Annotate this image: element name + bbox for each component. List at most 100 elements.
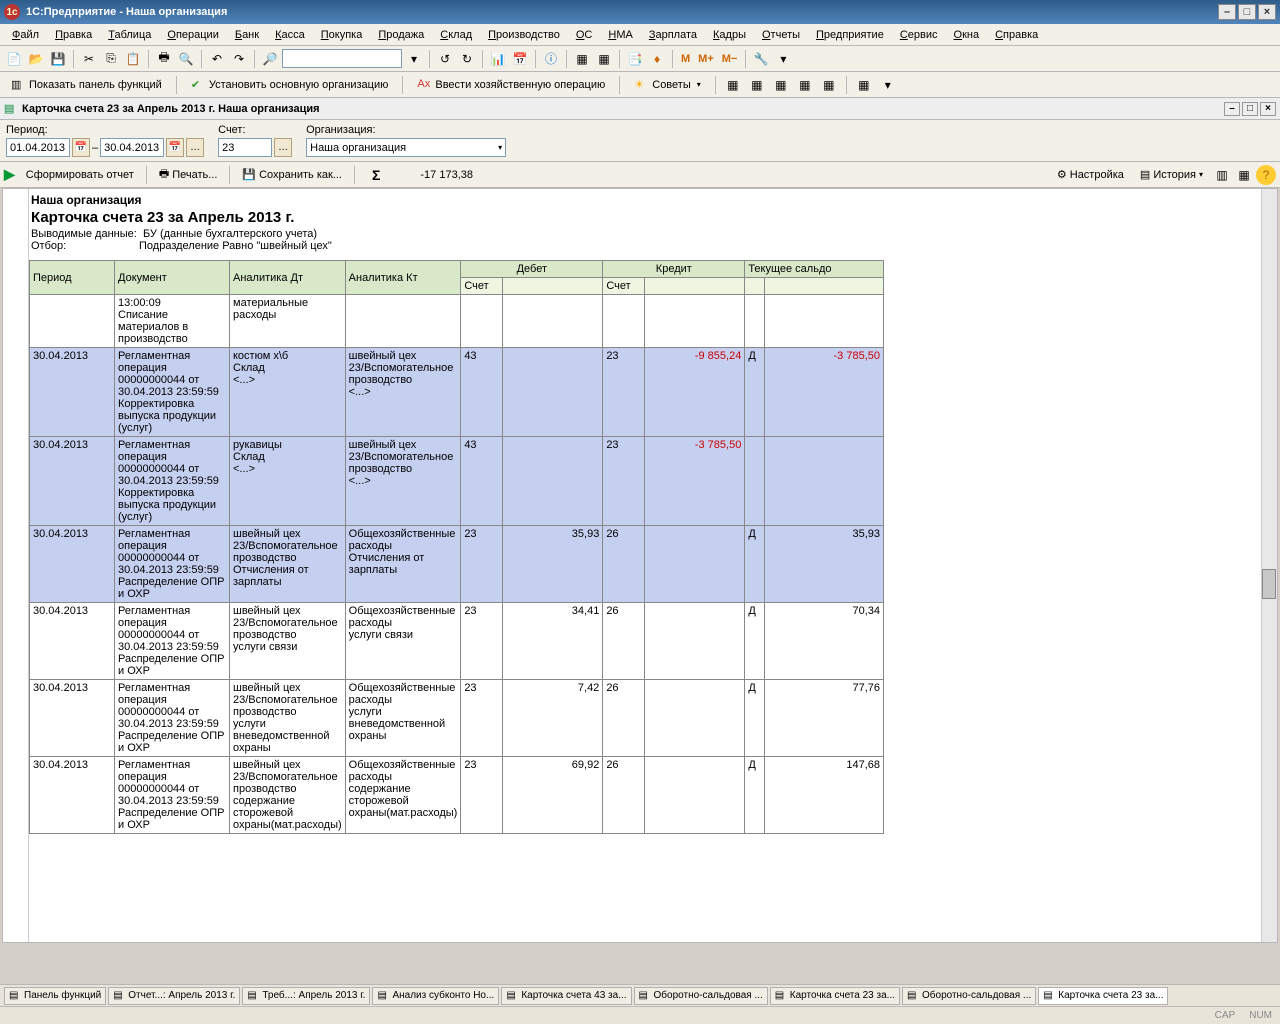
info-icon[interactable]: ⓘ [541, 49, 561, 69]
menu-файл[interactable]: Файл [6, 27, 45, 43]
form-report-button[interactable]: Сформировать отчет [19, 166, 141, 184]
calc-icon[interactable]: 📊 [488, 49, 508, 69]
ab3-icon[interactable]: ▦ [771, 75, 791, 95]
m-icon[interactable]: M [678, 53, 693, 65]
new-icon[interactable]: 📄 [4, 49, 24, 69]
menu-склад[interactable]: Склад [434, 27, 478, 43]
tooldrop-icon[interactable]: ▾ [773, 49, 793, 69]
print-button[interactable]: 🖶Печать... [152, 162, 225, 187]
tab-icon: ▤ [1043, 990, 1055, 1002]
menu-банк[interactable]: Банк [229, 27, 265, 43]
ab5-icon[interactable]: ▦ [819, 75, 839, 95]
menu-отчеты[interactable]: Отчеты [756, 27, 806, 43]
window-tab[interactable]: ▤Карточка счета 43 за... [501, 987, 631, 1005]
paste-icon[interactable]: 📋 [123, 49, 143, 69]
t1-icon[interactable]: ▦ [572, 49, 592, 69]
menu-зарплата[interactable]: Зарплата [643, 27, 703, 43]
cal-from-button[interactable]: 📅 [72, 138, 90, 157]
table-row[interactable]: 30.04.2013Регламентная операция 00000000… [30, 348, 884, 437]
mminus-icon[interactable]: M− [719, 53, 741, 65]
restore-button[interactable]: □ [1238, 4, 1256, 20]
menu-предприятие[interactable]: Предприятие [810, 27, 890, 43]
menu-ос[interactable]: ОС [570, 27, 599, 43]
search-field[interactable] [282, 49, 402, 68]
help-icon[interactable]: ? [1256, 165, 1276, 185]
table-row[interactable]: 13:00:09 Списание материалов в производс… [30, 295, 884, 348]
acct-select-button[interactable]: … [274, 138, 292, 157]
save-icon[interactable]: 💾 [48, 49, 68, 69]
menu-справка[interactable]: Справка [989, 27, 1044, 43]
window-tab[interactable]: ▤Оборотно-сальдовая ... [634, 987, 768, 1005]
drop-icon[interactable]: ▾ [404, 49, 424, 69]
doc-min-button[interactable]: – [1224, 102, 1240, 116]
menu-производство[interactable]: Производство [482, 27, 566, 43]
window-tab[interactable]: ▤Оборотно-сальдовая ... [902, 987, 1036, 1005]
ab6-icon[interactable]: ▦ [854, 75, 874, 95]
rb1-icon[interactable]: ▥ [1212, 165, 1232, 185]
history-button[interactable]: ▤История▾ [1133, 165, 1210, 184]
menu-правка[interactable]: Правка [49, 27, 98, 43]
open-icon[interactable]: 📂 [26, 49, 46, 69]
menu-нма[interactable]: НМА [602, 27, 638, 43]
set-org-button[interactable]: ✔Установить основную организацию [184, 75, 396, 95]
window-tab[interactable]: ▤Панель функций [4, 987, 106, 1005]
doc-max-button[interactable]: □ [1242, 102, 1258, 116]
menu-кадры[interactable]: Кадры [707, 27, 752, 43]
menu-окна[interactable]: Окна [948, 27, 986, 43]
t2-icon[interactable]: ▦ [594, 49, 614, 69]
acct-input[interactable] [218, 138, 272, 157]
rb2-icon[interactable]: ▦ [1234, 165, 1254, 185]
window-tab[interactable]: ▤Карточка счета 23 за... [1038, 987, 1168, 1005]
cal-to-button[interactable]: 📅 [166, 138, 184, 157]
date-from-input[interactable] [6, 138, 70, 157]
ab1-icon[interactable]: ▦ [723, 75, 743, 95]
enter-op-button[interactable]: AxВвести хозяйственную операцию [410, 75, 612, 95]
undo-icon[interactable]: ↶ [207, 49, 227, 69]
minimize-button[interactable]: – [1218, 4, 1236, 20]
t3-icon[interactable]: 📑 [625, 49, 645, 69]
table-row[interactable]: 30.04.2013Регламентная операция 00000000… [30, 757, 884, 834]
close-button[interactable]: × [1258, 4, 1276, 20]
ab4-icon[interactable]: ▦ [795, 75, 815, 95]
saveas-button[interactable]: 💾Сохранить как... [235, 165, 349, 184]
menu-операции[interactable]: Операции [161, 27, 224, 43]
ab7-icon[interactable]: ▾ [878, 75, 898, 95]
window-tab[interactable]: ▤Анализ субконто Но... [372, 987, 499, 1005]
date-to-input[interactable] [100, 138, 164, 157]
settings-button[interactable]: ⚙Настройка [1050, 165, 1131, 184]
cut-icon[interactable]: ✂ [79, 49, 99, 69]
cal-icon[interactable]: 📅 [510, 49, 530, 69]
search-icon[interactable]: 🔎 [260, 49, 280, 69]
tab-icon: ▤ [377, 990, 389, 1002]
preview-icon[interactable]: 🔍 [176, 49, 196, 69]
table-row[interactable]: 30.04.2013Регламентная операция 00000000… [30, 680, 884, 757]
menu-продажа[interactable]: Продажа [372, 27, 430, 43]
doc-close-button[interactable]: × [1260, 102, 1276, 116]
redo-icon[interactable]: ↷ [229, 49, 249, 69]
nav2-icon[interactable]: ↻ [457, 49, 477, 69]
menu-покупка[interactable]: Покупка [315, 27, 369, 43]
table-row[interactable]: 30.04.2013Регламентная операция 00000000… [30, 437, 884, 526]
menu-таблица[interactable]: Таблица [102, 27, 157, 43]
run-icon[interactable]: ▶ [4, 166, 15, 183]
menu-сервис[interactable]: Сервис [894, 27, 944, 43]
table-row[interactable]: 30.04.2013Регламентная операция 00000000… [30, 526, 884, 603]
tips-button[interactable]: ☀Советы▾ [627, 75, 708, 95]
org-select[interactable]: Наша организация▾ [306, 138, 506, 157]
tool-icon[interactable]: 🔧 [751, 49, 771, 69]
table-row[interactable]: 30.04.2013Регламентная операция 00000000… [30, 603, 884, 680]
print-icon[interactable]: 🖶 [154, 49, 174, 69]
window-tab[interactable]: ▤Треб...: Апрель 2013 г. [242, 987, 370, 1005]
copy-icon[interactable]: ⎘ [101, 49, 121, 69]
mplus-icon[interactable]: M+ [695, 53, 717, 65]
menu-касса[interactable]: Касса [269, 27, 311, 43]
scroll-thumb[interactable] [1262, 569, 1276, 599]
show-panel-button[interactable]: ▥Показать панель функций [4, 75, 169, 95]
ab2-icon[interactable]: ▦ [747, 75, 767, 95]
window-tab[interactable]: ▤Карточка счета 23 за... [770, 987, 900, 1005]
nav1-icon[interactable]: ↺ [435, 49, 455, 69]
window-tab[interactable]: ▤Отчет...: Апрель 2013 г. [108, 987, 240, 1005]
t4-icon[interactable]: ♦ [647, 49, 667, 69]
vertical-scrollbar[interactable] [1261, 189, 1277, 942]
period-select-button[interactable]: … [186, 138, 204, 157]
